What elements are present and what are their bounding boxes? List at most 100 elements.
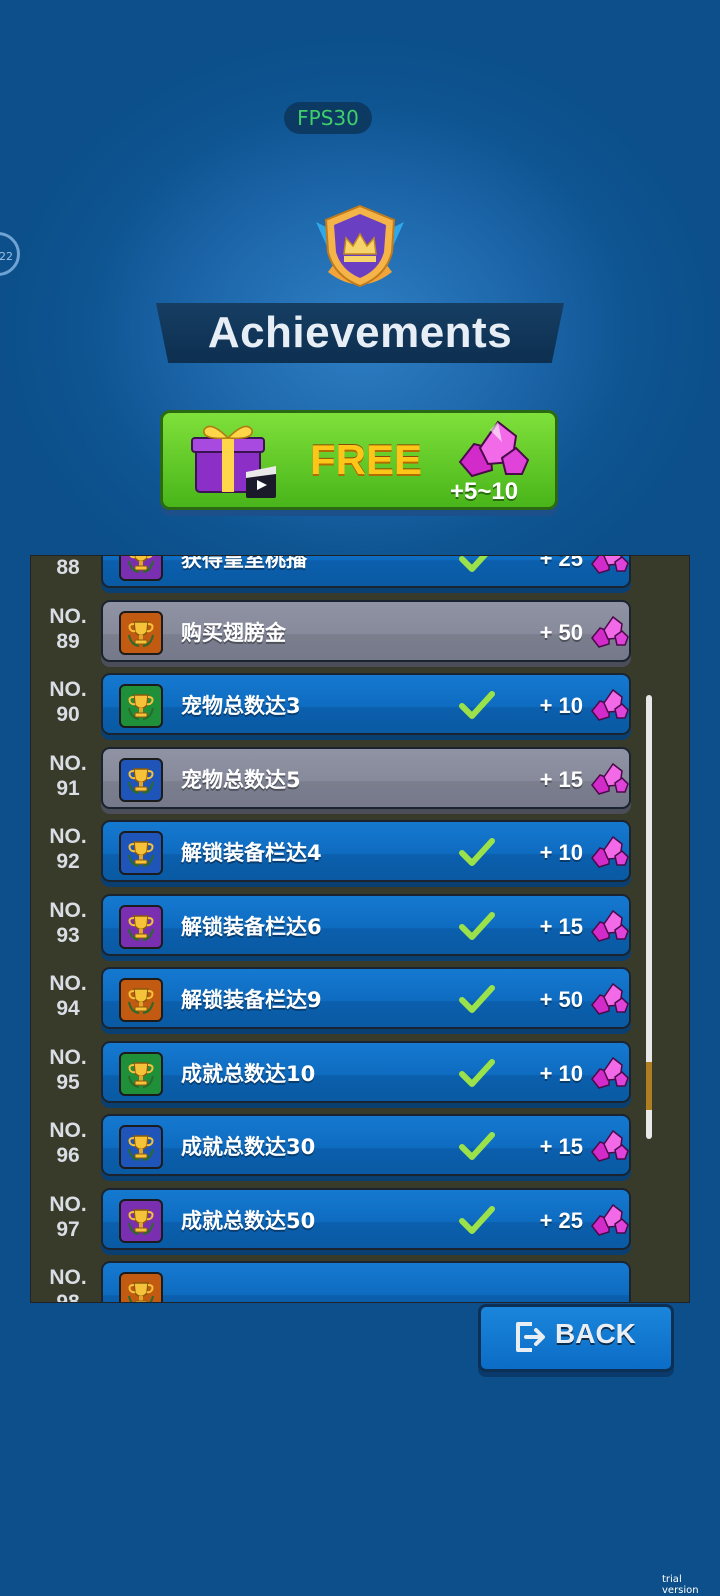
crown-badge-icon [316,204,404,288]
page-title: Achievements [207,308,513,357]
achievement-no-value: 93 [56,923,80,947]
free-label: FREE [310,436,423,483]
trophy-icon [119,1198,163,1243]
achievement-row[interactable]: NO. 97 成就总数达50 + 25 [31,1186,689,1252]
achievement-number: NO. 89 [41,604,95,654]
gift-video-icon [191,425,276,498]
gems-icon [458,420,530,478]
trophy-icon [119,610,163,655]
achievement-no-prefix: NO. [49,604,87,628]
achievement-number: NO. 97 [41,1192,95,1242]
achievement-no-prefix: NO. [49,1119,87,1142]
achievement-task: 成就总数达50 [181,1208,316,1233]
trophy-icon [119,684,163,728]
reward-amount: + 10 [539,693,583,718]
achievement-card[interactable]: 解锁装备栏达4 + 10 [101,820,631,882]
reward-amount: + 10 [539,840,583,865]
achievement-no-prefix: NO. [49,678,87,701]
achievement-number: NO. 91 [41,751,95,801]
achievement-task: 购买翅膀金 [181,620,286,645]
achievement-card[interactable]: 成就总数达10 + 10 [101,1040,631,1103]
achievement-card[interactable]: 解锁装备栏达9 + 50 [101,967,631,1029]
check-icon [459,1204,495,1236]
achievement-number: NO. 92 [41,824,95,874]
free-reward-amount: +5~10 [450,478,519,505]
trophy-icon [119,1125,163,1169]
check-icon [459,556,495,574]
check-icon [459,1057,495,1089]
trophy-icon [119,904,163,949]
achievement-list-panel[interactable]: NO.88获得皇室桃播+ 25NO.89购买翅膀金+ 50NO.90宠物总数达3… [30,555,690,1303]
achievement-no-prefix: NO. [49,1192,87,1216]
achievement-task: 成就总数达10 [181,1061,316,1086]
achievement-task: 解锁装备栏达6 [181,914,322,939]
achievement-no-value: 97 [56,1217,80,1241]
achievement-row[interactable]: NO.88 获得皇室桃播 + 25 [31,555,689,590]
achievement-row[interactable]: NO. 96 成就总数达30 + 15 [31,1112,689,1178]
check-icon [459,1130,495,1162]
achievement-card[interactable]: 成就总数达50 + 25 [101,1187,631,1250]
achievement-task: 解锁装备栏达4 [181,841,322,865]
reward-amount: + 15 [539,1134,583,1159]
scrollbar-thumb[interactable] [646,1062,652,1110]
achievement-no-value: 88 [56,556,80,579]
achievement-row[interactable]: NO. 89 购买翅膀金 + 50 [31,598,689,664]
achievement-row[interactable]: NO. 90 宠物总数达3 + 10 [31,671,689,737]
achievement-row[interactable]: NO. 93 解锁装备栏达6 + 15 [31,892,689,958]
reward-amount: + 50 [539,987,583,1012]
achievement-row[interactable]: NO. 92 解锁装备栏达4 + 10 [31,818,689,884]
reward-amount: + 15 [539,766,583,792]
achievement-number: NO. 98 [41,1265,95,1303]
achievement-no-value: 98 [56,1291,80,1303]
achievement-no-prefix: NO. [49,972,87,995]
gem-icon [589,1055,629,1091]
achievement-no-value: 90 [56,703,80,726]
achievement-task: 获得皇室桃播 [181,555,307,571]
achievement-no-prefix: NO. [49,898,87,922]
achievement-no-value: 95 [56,1070,80,1094]
achievement-card[interactable]: 成就总数达30 + 15 [101,1114,631,1176]
achievement-no-value: 89 [56,629,80,653]
trial-watermark: trial version [662,1574,699,1596]
achievement-no-value: 91 [56,776,80,800]
gem-icon [589,834,629,870]
achievement-number: NO. 95 [41,1045,95,1095]
achievement-card[interactable]: 购买翅膀金 + 50 [101,599,631,662]
fps-counter: FPS30 [284,102,372,134]
achievement-row[interactable]: NO. 98 [31,1259,689,1303]
gem-icon [589,687,629,723]
reward-amount: + 25 [539,1207,583,1233]
reward-amount: + 50 [539,619,583,645]
check-icon [459,910,495,942]
achievement-row[interactable]: NO. 95 成就总数达10 + 10 [31,1039,689,1105]
achievement-no-prefix: NO. [49,825,87,848]
achievement-number: NO. 93 [41,898,95,948]
gem-icon [589,1202,629,1238]
achievement-number: NO.88 [41,556,95,580]
achievement-row[interactable]: NO. 91 宠物总数达5 + 15 [31,745,689,811]
achievement-row[interactable]: NO. 94 解锁装备栏达9 + 50 [31,965,689,1031]
achievement-number: NO. 90 [41,677,95,727]
reward-amount: + 10 [539,1060,583,1086]
achievement-card[interactable]: 获得皇室桃播 + 25 [101,555,631,588]
achievement-card[interactable]: 宠物总数达3 + 10 [101,673,631,735]
achievement-card[interactable] [101,1261,631,1302]
achievement-card[interactable]: 解锁装备栏达6 + 15 [101,893,631,956]
achievement-no-value: 94 [56,997,80,1020]
achievement-task: 成就总数达30 [181,1135,316,1159]
achievement-task: 解锁装备栏达9 [181,988,322,1012]
trophy-icon [119,556,163,581]
trophy-icon [119,978,163,1022]
gem-icon [589,761,629,797]
achievement-task: 宠物总数达5 [181,767,301,792]
check-icon [459,689,495,721]
achievement-task: 宠物总数达3 [181,694,301,718]
achievement-card[interactable]: 宠物总数达5 + 15 [101,746,631,809]
exit-door-icon [516,1322,545,1352]
achievement-no-value: 96 [56,1144,80,1167]
side-timer-circle[interactable]: 22 [0,232,20,276]
gem-icon [589,556,629,576]
gem-icon [589,614,629,650]
achievement-no-prefix: NO. [49,1266,87,1289]
trophy-icon [119,831,163,875]
